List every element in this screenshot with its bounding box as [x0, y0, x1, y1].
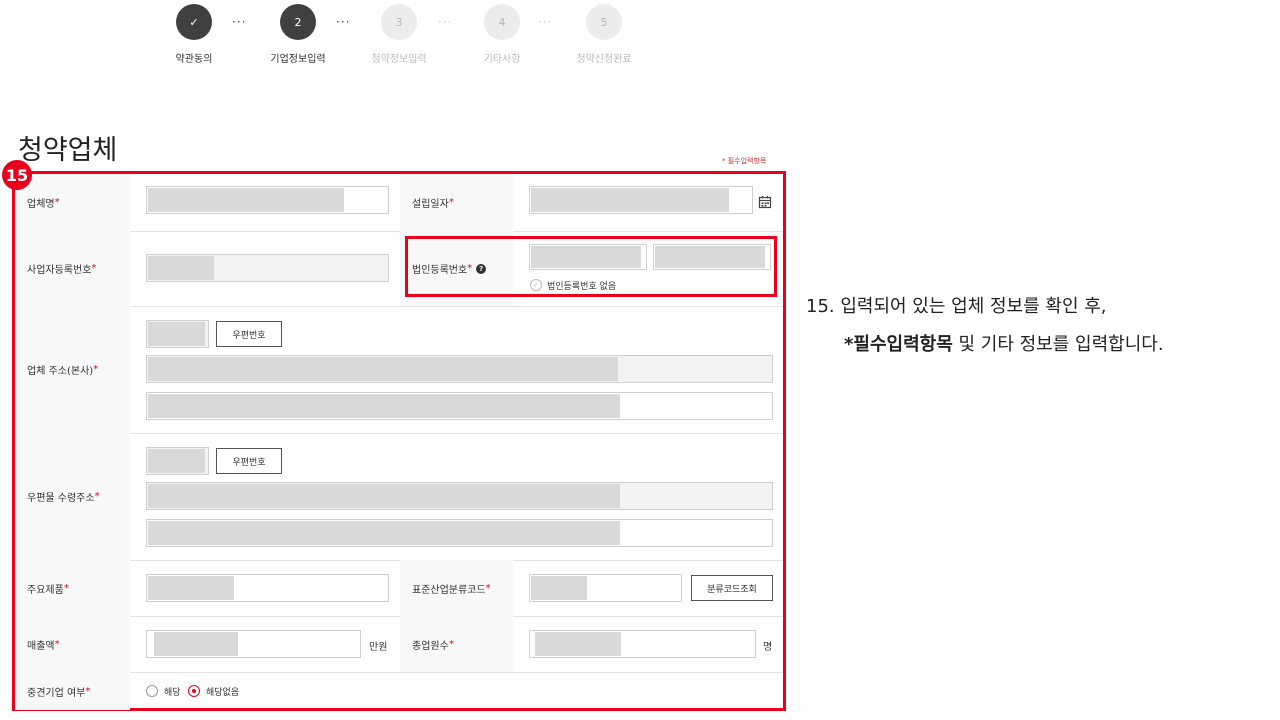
- business-reg-no-label: 사업자등록번호: [27, 265, 92, 276]
- midsize-no-radio[interactable]: [188, 685, 200, 697]
- form-row-revenue: 매출액 * 만원 종업원수 * 명: [15, 616, 783, 673]
- form-row-company-name: 업체명 * 설립일자 *: [15, 174, 783, 232]
- section-title: 청약업체: [18, 135, 118, 166]
- midsize-yes-label: 해당: [164, 688, 181, 698]
- company-name-input[interactable]: [146, 186, 389, 214]
- step-number: 4: [484, 4, 520, 40]
- revenue-unit: 만원: [369, 642, 388, 653]
- midsize-yes-radio[interactable]: [146, 685, 158, 697]
- step-other: 4 기타사항: [452, 4, 552, 65]
- revenue-input[interactable]: [146, 630, 361, 658]
- revenue-label: 매출액: [27, 640, 55, 652]
- main-products-label: 주요제품: [27, 584, 64, 596]
- step-label: 기업정보입력: [270, 54, 326, 65]
- employees-unit: 명: [763, 642, 773, 653]
- progress-stepper: ✓ 약관동의 ··· 2 기업정보입력 ··· 3 청약정보입력 ··· 4 기…: [0, 0, 800, 80]
- hq-address-label: 업체 주소(본사): [27, 366, 94, 377]
- mail-postcode-input[interactable]: [146, 447, 209, 475]
- hq-address-line2-input[interactable]: [146, 392, 773, 420]
- step-label: 약관동의: [175, 54, 213, 65]
- industry-code-input[interactable]: [529, 574, 682, 602]
- step-number: 2: [280, 4, 316, 40]
- employees-input[interactable]: [529, 630, 756, 658]
- company-name-label: 업체명: [27, 199, 55, 210]
- mail-address-line1-input[interactable]: [146, 482, 773, 510]
- main-products-input[interactable]: [146, 574, 389, 602]
- step-terms-agreement: ✓ 약관동의: [144, 4, 244, 65]
- step-separator: ···: [538, 15, 553, 29]
- highlight-corp-reg-no: [405, 236, 777, 297]
- step-number: 3: [381, 4, 417, 40]
- company-form: 업체명 * 설립일자 * 사업자등록번호 * 법인등록번호 * ? ✓ 법인등록…: [12, 171, 786, 711]
- hq-postcode-input[interactable]: [146, 320, 209, 348]
- form-row-products: 주요제품 * 표준산업분류코드 * 분류코드조회: [15, 560, 783, 617]
- step-subscription-info: 3 청약정보입력: [349, 4, 449, 65]
- calendar-icon[interactable]: [758, 195, 772, 209]
- mail-address-label: 우편물 수령주소: [27, 493, 95, 504]
- step-badge: 15: [2, 160, 32, 190]
- mail-address-line2-input[interactable]: [146, 519, 773, 547]
- industry-code-label: 표준산업분류코드: [412, 584, 486, 596]
- form-row-hq-address: 업체 주소(본사) * 우편번호: [15, 306, 783, 434]
- step-separator: ···: [232, 15, 247, 29]
- industry-code-lookup-button[interactable]: 분류코드조회: [691, 575, 773, 601]
- form-row-registration: 사업자등록번호 * 법인등록번호 * ? ✓ 법인등록번호 없음: [15, 231, 783, 307]
- check-icon: ✓: [176, 4, 212, 40]
- instruction-line-1: 15. 입력되어 있는 업체 정보를 확인 후,: [806, 296, 1107, 317]
- step-separator: ···: [438, 15, 453, 29]
- midsize-no-label: 해당없음: [206, 688, 240, 698]
- instruction-required-emphasis: *필수입력항목: [844, 334, 953, 355]
- instruction-text: 15. 입력되어 있는 업체 정보를 확인 후, *필수입력항목 및 기타 정보…: [806, 288, 1164, 364]
- step-label: 청약신청완료: [576, 54, 632, 65]
- step-number: 5: [586, 4, 622, 40]
- established-date-input[interactable]: [529, 186, 753, 214]
- hq-address-line1-input[interactable]: [146, 355, 773, 383]
- instruction-line-2-rest: 및 기타 정보를 입력합니다.: [952, 334, 1164, 355]
- step-complete: 5 청약신청완료: [554, 4, 654, 65]
- hq-postcode-search-button[interactable]: 우편번호: [216, 321, 282, 347]
- step-label: 기타사항: [483, 54, 521, 65]
- employees-label: 종업원수: [412, 640, 449, 652]
- established-date-label: 설립일자: [412, 199, 449, 210]
- step-company-info: 2 기업정보입력: [248, 4, 348, 65]
- mail-postcode-search-button[interactable]: 우편번호: [216, 448, 282, 474]
- instruction-line-2: *필수입력항목 및 기타 정보를 입력합니다.: [806, 326, 1164, 364]
- required-note: * 필수입력항목: [722, 157, 767, 165]
- step-label: 청약정보입력: [371, 54, 427, 65]
- midsize-label: 중견기업 여부: [27, 687, 86, 699]
- form-row-midsize: 중견기업 여부 * 해당 해당없음: [15, 672, 783, 710]
- business-reg-no-input[interactable]: [146, 254, 389, 282]
- form-row-mail-address: 우편물 수령주소 * 우편번호: [15, 433, 783, 561]
